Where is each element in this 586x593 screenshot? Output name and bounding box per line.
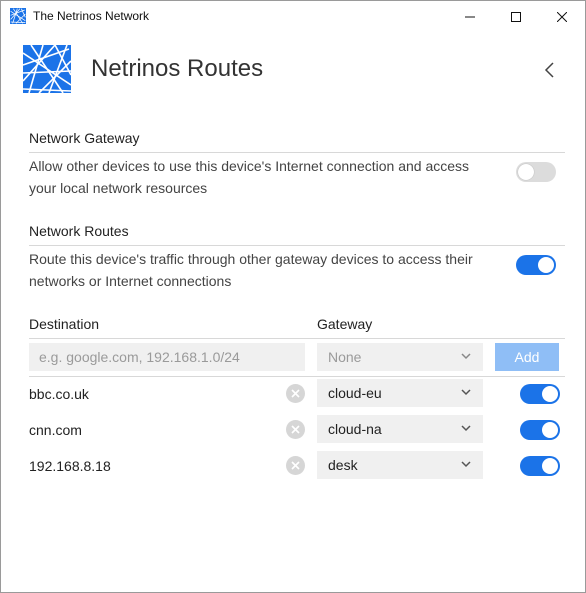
- maximize-button[interactable]: [493, 1, 539, 32]
- gateway-select-value: desk: [328, 457, 358, 473]
- app-window: The Netrinos Network Netrinos Routes Net…: [0, 0, 586, 593]
- route-gateway-select[interactable]: desk: [317, 451, 483, 479]
- toggle-knob: [538, 257, 554, 273]
- back-button[interactable]: [537, 57, 561, 83]
- divider: [29, 376, 565, 377]
- route-toggle[interactable]: [520, 420, 560, 440]
- remove-route-button[interactable]: [286, 420, 305, 439]
- divider: [29, 338, 565, 339]
- close-circle-icon: [291, 461, 300, 470]
- window-title: The Netrinos Network: [33, 9, 150, 23]
- gateway-select-value: cloud-eu: [328, 385, 382, 401]
- title-bar: The Netrinos Network: [1, 1, 585, 32]
- chevron-left-icon: [544, 62, 554, 78]
- toggle-knob: [518, 164, 534, 180]
- routes-toggle[interactable]: [516, 255, 556, 275]
- toggle-knob: [542, 458, 558, 474]
- minimize-button[interactable]: [447, 1, 493, 32]
- new-route-gateway-select[interactable]: None: [317, 343, 483, 371]
- add-route-button[interactable]: Add: [495, 343, 559, 371]
- gateway-select-value: cloud-na: [328, 421, 382, 437]
- netrinos-logo-icon: [10, 8, 26, 24]
- remove-route-button[interactable]: [286, 384, 305, 403]
- close-circle-icon: [291, 389, 300, 398]
- maximize-icon: [511, 11, 521, 22]
- gateway-toggle[interactable]: [516, 162, 556, 182]
- destination-header: Destination: [29, 316, 100, 332]
- route-gateway-select[interactable]: cloud-eu: [317, 379, 483, 407]
- chevron-down-icon: [461, 389, 471, 396]
- destination-input[interactable]: e.g. google.com, 192.168.1.0/24: [29, 343, 305, 371]
- gateway-description: Allow other devices to use this device's…: [29, 158, 470, 196]
- chevron-down-icon: [461, 425, 471, 432]
- remove-route-button[interactable]: [286, 456, 305, 475]
- routes-section-title: Network Routes: [29, 223, 129, 239]
- routes-description: Route this device's traffic through othe…: [29, 251, 473, 289]
- route-destination: cnn.com: [29, 422, 82, 438]
- close-icon: [557, 11, 567, 22]
- page-title: Netrinos Routes: [91, 55, 264, 82]
- close-circle-icon: [291, 425, 300, 434]
- gateway-section-title: Network Gateway: [29, 130, 140, 146]
- chevron-down-icon: [461, 461, 471, 468]
- toggle-knob: [542, 386, 558, 402]
- gateway-select-value: None: [328, 349, 362, 365]
- divider: [29, 245, 565, 246]
- close-window-button[interactable]: [539, 1, 585, 32]
- netrinos-logo-icon: [23, 45, 71, 93]
- route-toggle[interactable]: [520, 456, 560, 476]
- route-toggle[interactable]: [520, 384, 560, 404]
- chevron-down-icon: [461, 353, 471, 360]
- gateway-header: Gateway: [317, 316, 373, 332]
- minimize-icon: [465, 16, 475, 17]
- route-gateway-select[interactable]: cloud-na: [317, 415, 483, 443]
- route-destination: 192.168.8.18: [29, 458, 111, 474]
- route-destination: bbc.co.uk: [29, 386, 89, 402]
- toggle-knob: [542, 422, 558, 438]
- divider: [29, 152, 565, 153]
